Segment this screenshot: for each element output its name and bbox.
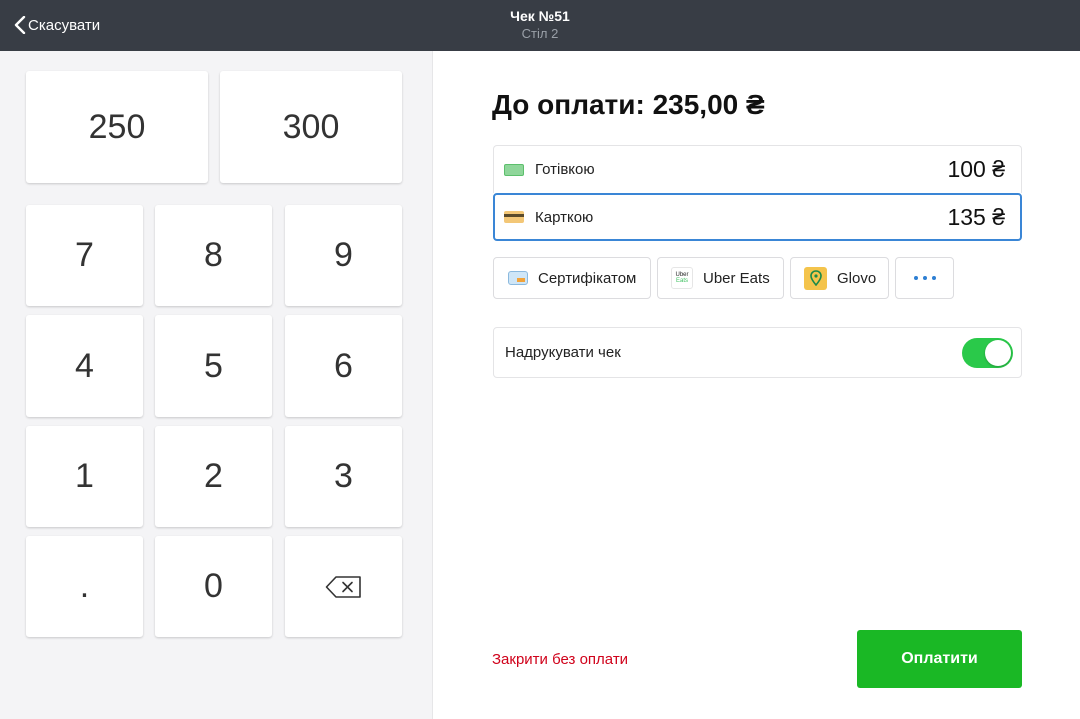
payment-panel: До оплати: 235,00 ₴ Готівкою 100 ₴ Картк… xyxy=(432,51,1080,719)
header-title-group: Чек №51 Стіл 2 xyxy=(0,8,1080,43)
toggle-knob xyxy=(985,339,1011,366)
uber-eats-icon: Uber Eats xyxy=(671,267,693,289)
close-without-payment-link[interactable]: Закрити без оплати xyxy=(492,651,628,668)
quick-amount-250-button[interactable]: 250 xyxy=(26,71,208,183)
table-subtitle: Стіл 2 xyxy=(521,26,559,41)
uber-eats-icon-text-eats: Eats xyxy=(675,278,688,284)
cash-label: Готівкою xyxy=(535,161,595,178)
print-receipt-label: Надрукувати чек xyxy=(505,344,621,361)
key-7-button[interactable]: 7 xyxy=(26,205,143,306)
key-decimal-button[interactable]: . xyxy=(26,536,143,637)
key-8-button[interactable]: 8 xyxy=(155,205,272,306)
key-0-button[interactable]: 0 xyxy=(155,536,272,637)
key-1-button[interactable]: 1 xyxy=(26,426,143,527)
more-dots-icon xyxy=(913,276,936,280)
print-receipt-toggle[interactable] xyxy=(962,337,1013,368)
key-2-button[interactable]: 2 xyxy=(155,426,272,527)
certificate-method-button[interactable]: Сертифікатом xyxy=(493,257,651,299)
key-3-button[interactable]: 3 xyxy=(285,426,402,527)
uber-eats-method-button[interactable]: Uber Eats Uber Eats xyxy=(657,257,784,299)
backspace-icon xyxy=(325,575,361,598)
glovo-label: Glovo xyxy=(837,269,877,287)
pay-button[interactable]: Оплатити xyxy=(857,630,1022,688)
card-amount: 135 ₴ xyxy=(947,203,1005,230)
more-methods-button[interactable] xyxy=(895,257,954,299)
quick-amount-300-button[interactable]: 300 xyxy=(220,71,402,183)
cash-amount: 100 ₴ xyxy=(947,156,1005,182)
top-bar: Скасувати Чек №51 Стіл 2 xyxy=(0,0,1080,51)
glovo-method-button[interactable]: Glovo xyxy=(790,257,889,299)
certificate-icon xyxy=(508,271,528,285)
key-4-button[interactable]: 4 xyxy=(26,315,143,417)
card-label: Карткою xyxy=(535,208,594,226)
backspace-button[interactable] xyxy=(285,536,402,637)
amount-due-heading: До оплати: 235,00 ₴ xyxy=(492,89,765,120)
key-6-button[interactable]: 6 xyxy=(285,315,402,417)
cash-payment-row[interactable]: Готівкою 100 ₴ xyxy=(493,145,1022,193)
uber-eats-label: Uber Eats xyxy=(703,269,770,287)
receipt-title: Чек №51 xyxy=(510,8,570,24)
certificate-label: Сертифікатом xyxy=(538,269,637,287)
card-icon xyxy=(504,211,524,223)
key-5-button[interactable]: 5 xyxy=(155,315,272,417)
glovo-icon xyxy=(804,266,827,290)
print-receipt-row: Надрукувати чек xyxy=(493,327,1022,378)
key-9-button[interactable]: 9 xyxy=(285,205,402,306)
card-payment-row[interactable]: Карткою 135 ₴ xyxy=(493,193,1022,241)
keypad-panel: 250 300 7 8 9 4 5 6 1 2 3 . 0 xyxy=(0,51,432,719)
payment-methods: Сертифікатом Uber Eats Uber Eats Glovo xyxy=(493,257,960,299)
cash-icon xyxy=(504,163,524,176)
